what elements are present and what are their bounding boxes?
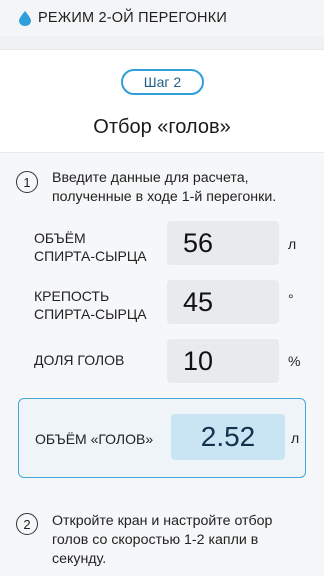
instruction-2-line-1: Откройте кран и настройте отбор — [52, 513, 273, 529]
step-badge: Шаг 2 — [121, 69, 204, 95]
spirit-strength-label: КРЕПОСТЬ СПИРТА-СЫРЦА — [34, 287, 147, 323]
heads-volume-value: 2.52 — [171, 414, 285, 460]
instruction-1-line-1: Введите данные для расчета, — [52, 170, 249, 186]
instruction-2: Откройте кран и настройте отбор голов со… — [52, 512, 272, 569]
drop-icon — [19, 11, 31, 26]
mode-title: РЕЖИМ 2-ОЙ ПЕРЕГОНКИ — [38, 10, 227, 26]
step-title: Отбор «голов» — [93, 116, 231, 138]
spirit-strength-input[interactable]: 45 — [167, 280, 279, 324]
heads-volume-result: ОБЪЁМ «ГОЛОВ» 2.52 л — [18, 398, 306, 478]
header-divider — [0, 36, 324, 50]
spirit-volume-unit: л — [288, 236, 297, 252]
heads-share-input[interactable]: 10 — [167, 339, 279, 383]
top-app-bar: РЕЖИМ 2-ОЙ ПЕРЕГОНКИ — [0, 0, 324, 36]
heads-share-label: ДОЛЯ ГОЛОВ — [34, 352, 125, 368]
calculation-card: 1 Введите данные для расчета, полученные… — [0, 152, 324, 576]
step-number-2: 2 — [16, 513, 38, 535]
spirit-volume-label-line-2: СПИРТА-СЫРЦА — [34, 248, 147, 264]
instruction-1: Введите данные для расчета, полученные в… — [52, 169, 276, 207]
heads-share-unit: % — [288, 353, 301, 369]
spirit-volume-input[interactable]: 56 — [167, 221, 279, 265]
spirit-strength-label-line-1: КРЕПОСТЬ — [34, 288, 110, 304]
spirit-strength-unit: ° — [288, 291, 294, 307]
instruction-2-line-2: голов со скоростью 1-2 капли в — [52, 532, 259, 548]
spirit-volume-label: ОБЪЁМ СПИРТА-СЫРЦА — [34, 229, 147, 265]
step-number-1: 1 — [16, 171, 38, 193]
heads-volume-unit: л — [291, 430, 300, 446]
spirit-volume-label-line-1: ОБЪЁМ — [34, 230, 86, 246]
instruction-1-line-2: полученные в ходе 1-й перегонки. — [52, 189, 277, 205]
instruction-2-line-3: секунду. — [52, 551, 107, 567]
heads-volume-label: ОБЪЁМ «ГОЛОВ» — [35, 431, 154, 447]
spirit-strength-label-line-2: СПИРТА-СЫРЦА — [34, 306, 147, 322]
